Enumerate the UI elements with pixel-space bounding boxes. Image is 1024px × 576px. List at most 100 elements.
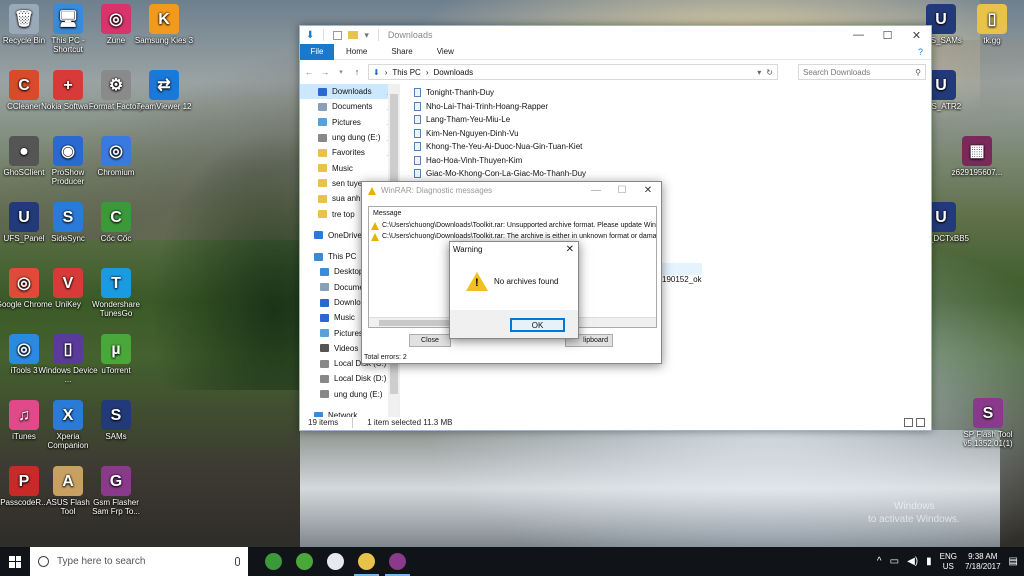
breadcrumb-separator-icon[interactable]: › bbox=[426, 68, 429, 77]
nav-item[interactable]: Favorites📌 bbox=[300, 145, 399, 160]
action-center-icon[interactable]: ▤ bbox=[1009, 556, 1018, 567]
folder-icon bbox=[318, 102, 327, 111]
taskbar-app[interactable] bbox=[382, 547, 413, 576]
tab-file[interactable]: File bbox=[300, 43, 334, 60]
show-hidden-icons-icon[interactable]: ^ bbox=[877, 556, 882, 567]
address-bar[interactable]: ⬇ › This PC › Downloads ▾ ↻ bbox=[368, 64, 778, 80]
minimize-button[interactable]: — bbox=[583, 185, 609, 196]
quick-access-down-icon[interactable]: ⬇ bbox=[306, 30, 314, 41]
tab-home[interactable]: Home bbox=[334, 47, 379, 56]
file-item[interactable]: Hao-Hoa-Vinh-Thuyen-Kim bbox=[414, 154, 914, 168]
taskbar-search-box[interactable]: Type here to search bbox=[30, 547, 248, 576]
file-name: Lang-Tham-Yeu-Miu-Le bbox=[426, 115, 511, 125]
desktop-icon[interactable]: ⇄ TeamViewer 12 bbox=[134, 70, 194, 111]
image-file-icon: ▦ bbox=[962, 136, 992, 166]
details-view-icon[interactable] bbox=[904, 418, 913, 427]
file-item[interactable]: Khong-The-Yeu-Ai-Duoc-Nua-Gin-Tuan-Kiet bbox=[414, 140, 914, 154]
address-dropdown-icon[interactable]: ▾ bbox=[757, 68, 761, 77]
close-button[interactable]: ✕ bbox=[902, 29, 931, 42]
breadcrumb-separator-icon[interactable]: › bbox=[385, 68, 388, 77]
ccleaner-icon: C bbox=[9, 70, 39, 100]
clock-date: 7/18/2017 bbox=[964, 561, 1001, 571]
close-dialog-button[interactable]: Close bbox=[409, 334, 451, 347]
file-list: Tonight-Thanh-Duy Nho-Lai-Thai-Trinh-Hoan… bbox=[414, 86, 914, 181]
tab-share[interactable]: Share bbox=[379, 47, 424, 56]
clock[interactable]: 9:38 AM 7/18/2017 bbox=[965, 552, 1001, 572]
warning-dialog[interactable]: Warning ✕ No archives found OK bbox=[449, 241, 579, 339]
minimize-button[interactable]: — bbox=[844, 29, 873, 42]
close-button[interactable]: ✕ bbox=[635, 185, 661, 196]
desktop-icon[interactable]: C Cốc Cốc bbox=[86, 202, 146, 243]
input-language[interactable]: ENG US bbox=[940, 552, 957, 572]
recent-locations-icon[interactable]: ▾ bbox=[336, 68, 346, 76]
desktop-icon[interactable]: S SAMs bbox=[86, 400, 146, 441]
breadcrumb-this-pc[interactable]: This PC bbox=[392, 68, 420, 77]
nav-item[interactable]: Pictures📌 bbox=[300, 115, 399, 130]
volume-icon[interactable]: ◀) bbox=[907, 556, 918, 567]
warning-title: Warning bbox=[453, 245, 483, 254]
file-item[interactable]: Giac-Mo-Khong-Con-La-Giac-Mo-Thanh-Duy bbox=[414, 167, 914, 181]
file-item[interactable]: Tonight-Thanh-Duy bbox=[414, 86, 914, 100]
nav-item[interactable]: Downloads📌 bbox=[300, 84, 399, 100]
help-icon[interactable]: ? bbox=[918, 47, 923, 57]
file-name-partial[interactable]: 190152_ok bbox=[662, 275, 702, 284]
sams-icon: S bbox=[101, 400, 131, 430]
file-explorer-taskbar-icon bbox=[358, 553, 375, 570]
ghost-icon: ● bbox=[9, 136, 39, 166]
up-arrow-icon[interactable]: ↑ bbox=[352, 67, 362, 77]
warning-titlebar[interactable]: Warning ✕ bbox=[450, 242, 578, 257]
maximize-button[interactable]: ☐ bbox=[609, 185, 635, 196]
selected-file-highlight[interactable] bbox=[658, 263, 702, 275]
nav-item[interactable]: Documents📌 bbox=[300, 99, 399, 114]
nav-item[interactable]: ung dung (E:) bbox=[300, 387, 399, 402]
desktop-icon[interactable]: S SP Flash Tool v5.1352.01(1) bbox=[958, 398, 1018, 448]
audio-file-icon bbox=[414, 128, 421, 138]
forward-arrow-icon[interactable]: → bbox=[320, 67, 330, 77]
refresh-icon[interactable]: ↻ bbox=[766, 68, 773, 77]
message-text: C:\Users\chuong\Downloads\Toolkit.rar: T… bbox=[382, 233, 657, 240]
winrar-titlebar[interactable]: WinRAR: Diagnostic messages — ☐ ✕ bbox=[362, 182, 661, 199]
breadcrumb-downloads[interactable]: Downloads bbox=[434, 68, 474, 77]
desktop-icon[interactable]: T Wondershare TunesGo bbox=[86, 268, 146, 318]
itunes-taskbar-icon bbox=[327, 553, 344, 570]
format-factory-icon: ⚙ bbox=[101, 70, 131, 100]
customize-toolbar-icon[interactable]: ▾ bbox=[364, 30, 369, 41]
start-button[interactable] bbox=[0, 547, 30, 576]
desktop-icon[interactable]: ▯ tk.gg bbox=[962, 4, 1022, 45]
back-arrow-icon[interactable]: ← bbox=[304, 67, 314, 77]
nav-item[interactable]: ung dung (E:)📌 bbox=[300, 130, 399, 145]
taskbar-app[interactable] bbox=[320, 547, 351, 576]
folder-icon bbox=[314, 252, 323, 261]
desktop-icon[interactable]: ▦ z629195607... bbox=[947, 136, 1007, 177]
new-folder-icon[interactable] bbox=[348, 31, 359, 39]
taskbar-app[interactable] bbox=[289, 547, 320, 576]
folder-icon bbox=[320, 390, 329, 399]
desktop-icon[interactable]: G Gsm Flasher Sam Frp To... bbox=[86, 466, 146, 516]
taskbar-app[interactable] bbox=[258, 547, 289, 576]
tab-view[interactable]: View bbox=[425, 47, 466, 56]
file-item[interactable]: Kim-Nen-Nguyen-Dinh-Vu bbox=[414, 127, 914, 141]
battery-icon[interactable]: ▮ bbox=[926, 556, 932, 567]
maximize-button[interactable]: ☐ bbox=[873, 29, 902, 42]
search-input[interactable]: Search Downloads ⚲ bbox=[798, 64, 926, 80]
large-icons-view-icon[interactable] bbox=[916, 418, 925, 427]
nav-item-label: OneDrive bbox=[328, 230, 362, 240]
properties-icon[interactable] bbox=[333, 30, 343, 40]
desktop-icon[interactable]: K Samsung Kies 3 bbox=[134, 4, 194, 45]
file-item[interactable]: Nho-Lai-Thai-Trinh-Hoang-Rapper bbox=[414, 100, 914, 114]
nav-item[interactable]: Local Disk (D:) bbox=[300, 371, 399, 386]
desktop-icon[interactable]: ◎ Chromium bbox=[86, 136, 146, 177]
message-row[interactable]: C:\Users\chuong\Downloads\Toolkit.rar: U… bbox=[369, 220, 656, 231]
folder-icon bbox=[320, 298, 329, 307]
close-icon[interactable]: ✕ bbox=[566, 244, 574, 255]
message-column-header[interactable]: Message bbox=[369, 207, 656, 220]
taskbar-app[interactable] bbox=[351, 547, 382, 576]
network-icon[interactable]: ▭ bbox=[890, 556, 899, 567]
watermark-line: Windows bbox=[894, 501, 935, 512]
microphone-icon[interactable] bbox=[235, 557, 240, 566]
nav-item[interactable]: Music bbox=[300, 160, 399, 175]
ok-button[interactable]: OK bbox=[510, 318, 565, 332]
explorer-titlebar[interactable]: ⬇ ▾ Downloads — ☐ ✕ bbox=[300, 26, 931, 44]
desktop-icon[interactable]: µ uTorrent bbox=[86, 334, 146, 375]
file-item[interactable]: Lang-Tham-Yeu-Miu-Le bbox=[414, 113, 914, 127]
